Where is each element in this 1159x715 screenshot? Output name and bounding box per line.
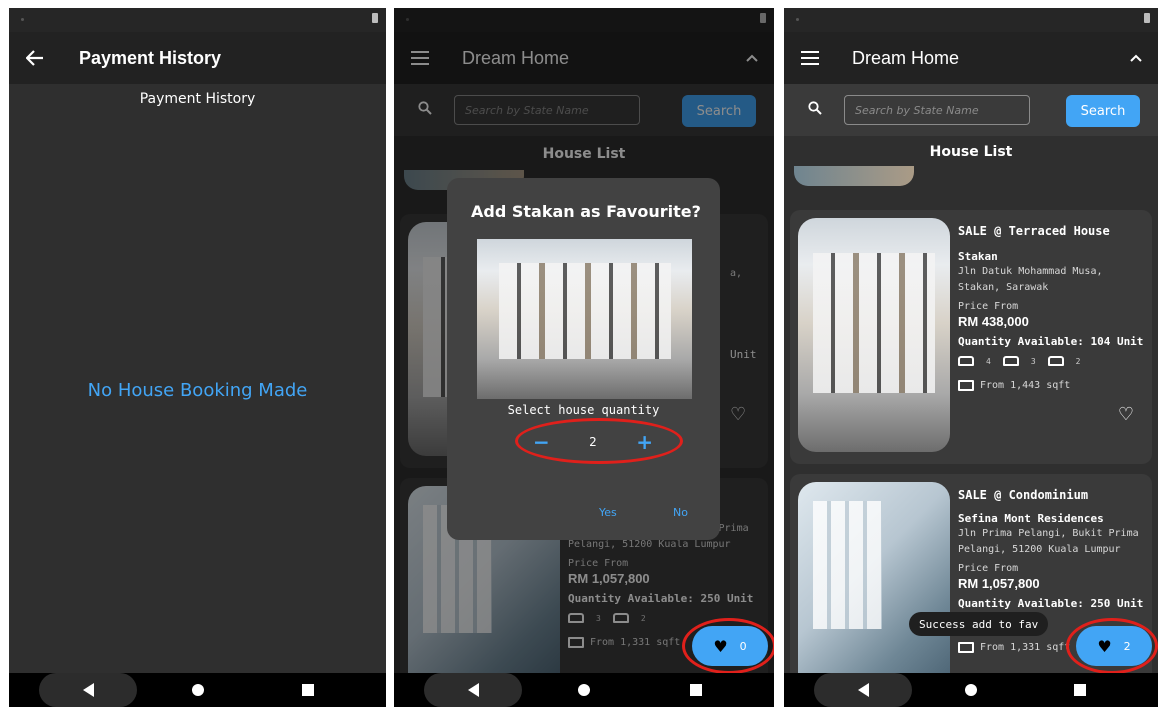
search-input[interactable]: [844, 95, 1030, 125]
property-type: SALE @ Terraced House: [958, 224, 1110, 238]
battery-icon: [372, 13, 378, 23]
search-icon: [808, 101, 822, 115]
system-nav-bar: [784, 673, 1158, 707]
yes-button[interactable]: Yes: [599, 506, 617, 519]
back-arrow-icon[interactable]: [23, 46, 47, 70]
menu-icon[interactable]: [800, 48, 820, 68]
toast-message: Success add to fav: [909, 612, 1049, 636]
nav-home-icon[interactable]: [578, 684, 590, 696]
search-row: Search: [784, 84, 1158, 136]
nav-back-icon[interactable]: [858, 683, 869, 697]
dialog-title: Add Stakan as Favourite?: [471, 202, 701, 221]
page-title: Dream Home: [852, 47, 960, 68]
highlight-oval: [515, 418, 683, 464]
app-bar: Dream Home: [784, 32, 1158, 84]
quantity-available: Quantity Available: 250 Unit: [958, 597, 1144, 610]
property-price: RM 438,000: [958, 314, 1029, 329]
nav-back-icon[interactable]: [83, 683, 94, 697]
page-title: Payment History: [79, 47, 222, 68]
status-bar: [784, 8, 1158, 32]
status-bar: [9, 8, 386, 32]
property-name: Sefina Mont Residences: [958, 512, 1104, 525]
house-image: [798, 482, 950, 673]
property-type: SALE @ Condominium: [958, 488, 1089, 502]
favourite-heart-icon[interactable]: ♡: [1118, 404, 1134, 425]
dialog-house-image: [477, 239, 692, 399]
nav-back-icon[interactable]: [468, 683, 479, 697]
battery-icon: [1144, 13, 1150, 23]
house-card[interactable]: SALE @ Terraced House Stakan Jln Datuk M…: [790, 210, 1152, 464]
list-title: House List: [784, 136, 1158, 166]
bath-icon: [1002, 356, 1019, 366]
system-nav-bar: [9, 673, 386, 707]
car-icon: [1047, 356, 1064, 366]
phone-payment-history: Payment History Payment History No House…: [9, 8, 386, 707]
phone-house-list: Dream Home Search House List SALE @ Terr…: [784, 8, 1158, 707]
quantity-available: Quantity Available: 104 Unit: [958, 335, 1144, 348]
search-button[interactable]: Search: [1066, 95, 1140, 127]
system-nav-bar: [394, 673, 774, 707]
highlight-oval: [682, 618, 774, 674]
bed-icon: [958, 356, 974, 366]
nav-home-icon[interactable]: [965, 684, 977, 696]
area-icon: [958, 642, 974, 653]
property-name: Stakan: [958, 250, 998, 263]
add-favourite-dialog: Add Stakan as Favourite? Select house qu…: [447, 178, 720, 540]
quantity-label: Select house quantity: [507, 403, 660, 417]
empty-state-message: No House Booking Made: [87, 380, 308, 401]
nav-recents-icon[interactable]: [1074, 684, 1086, 696]
nav-home-icon[interactable]: [191, 684, 204, 696]
chevron-up-icon[interactable]: [1126, 48, 1146, 68]
section-heading: Payment History: [139, 91, 256, 107]
phone-add-favourite-dialog: Dream Home Search House List a, Unit ♡ J…: [394, 8, 774, 707]
highlight-oval: [1066, 618, 1158, 674]
nav-recents-icon[interactable]: [690, 684, 702, 696]
area-icon: [958, 380, 974, 391]
no-button[interactable]: No: [673, 506, 688, 519]
house-list[interactable]: SALE @ Terraced House Stakan Jln Datuk M…: [784, 166, 1158, 673]
house-image: [798, 218, 950, 452]
nav-recents-icon[interactable]: [302, 684, 314, 696]
property-price: RM 1,057,800: [958, 576, 1040, 591]
app-bar: Payment History: [9, 32, 386, 84]
